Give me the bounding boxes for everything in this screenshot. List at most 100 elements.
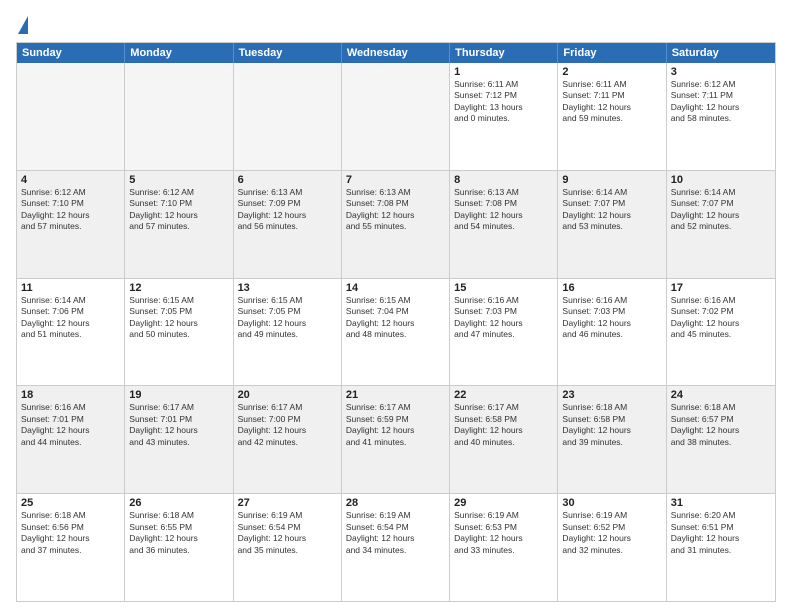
calendar-header-wednesday: Wednesday: [342, 43, 450, 63]
calendar-day-30: 30Sunrise: 6:19 AM Sunset: 6:52 PM Dayli…: [558, 494, 666, 601]
calendar-day-14: 14Sunrise: 6:15 AM Sunset: 7:04 PM Dayli…: [342, 279, 450, 386]
day-number: 13: [238, 282, 337, 294]
logo-triangle-icon: [18, 16, 28, 34]
day-number: 8: [454, 174, 553, 186]
calendar-day-28: 28Sunrise: 6:19 AM Sunset: 6:54 PM Dayli…: [342, 494, 450, 601]
calendar-day-26: 26Sunrise: 6:18 AM Sunset: 6:55 PM Dayli…: [125, 494, 233, 601]
day-info: Sunrise: 6:15 AM Sunset: 7:04 PM Dayligh…: [346, 295, 445, 341]
calendar-day-17: 17Sunrise: 6:16 AM Sunset: 7:02 PM Dayli…: [667, 279, 775, 386]
day-info: Sunrise: 6:11 AM Sunset: 7:12 PM Dayligh…: [454, 79, 553, 125]
calendar-header-saturday: Saturday: [667, 43, 775, 63]
day-number: 31: [671, 497, 771, 509]
day-info: Sunrise: 6:13 AM Sunset: 7:08 PM Dayligh…: [346, 187, 445, 233]
calendar-day-3: 3Sunrise: 6:12 AM Sunset: 7:11 PM Daylig…: [667, 63, 775, 170]
day-number: 22: [454, 389, 553, 401]
day-number: 2: [562, 66, 661, 78]
day-number: 5: [129, 174, 228, 186]
day-info: Sunrise: 6:11 AM Sunset: 7:11 PM Dayligh…: [562, 79, 661, 125]
calendar-header-monday: Monday: [125, 43, 233, 63]
calendar-day-19: 19Sunrise: 6:17 AM Sunset: 7:01 PM Dayli…: [125, 386, 233, 493]
calendar-day-11: 11Sunrise: 6:14 AM Sunset: 7:06 PM Dayli…: [17, 279, 125, 386]
calendar-day-4: 4Sunrise: 6:12 AM Sunset: 7:10 PM Daylig…: [17, 171, 125, 278]
day-number: 24: [671, 389, 771, 401]
day-info: Sunrise: 6:14 AM Sunset: 7:07 PM Dayligh…: [562, 187, 661, 233]
calendar-day-18: 18Sunrise: 6:16 AM Sunset: 7:01 PM Dayli…: [17, 386, 125, 493]
calendar-week-0: 1Sunrise: 6:11 AM Sunset: 7:12 PM Daylig…: [17, 63, 775, 170]
day-number: 25: [21, 497, 120, 509]
day-number: 27: [238, 497, 337, 509]
day-number: 21: [346, 389, 445, 401]
calendar-day-12: 12Sunrise: 6:15 AM Sunset: 7:05 PM Dayli…: [125, 279, 233, 386]
day-number: 12: [129, 282, 228, 294]
calendar-day-25: 25Sunrise: 6:18 AM Sunset: 6:56 PM Dayli…: [17, 494, 125, 601]
calendar-day-27: 27Sunrise: 6:19 AM Sunset: 6:54 PM Dayli…: [234, 494, 342, 601]
calendar-day-20: 20Sunrise: 6:17 AM Sunset: 7:00 PM Dayli…: [234, 386, 342, 493]
logo: [16, 16, 28, 34]
calendar-day-15: 15Sunrise: 6:16 AM Sunset: 7:03 PM Dayli…: [450, 279, 558, 386]
day-info: Sunrise: 6:14 AM Sunset: 7:07 PM Dayligh…: [671, 187, 771, 233]
calendar-day-1: 1Sunrise: 6:11 AM Sunset: 7:12 PM Daylig…: [450, 63, 558, 170]
day-info: Sunrise: 6:12 AM Sunset: 7:10 PM Dayligh…: [129, 187, 228, 233]
calendar-day-2: 2Sunrise: 6:11 AM Sunset: 7:11 PM Daylig…: [558, 63, 666, 170]
day-number: 9: [562, 174, 661, 186]
day-info: Sunrise: 6:16 AM Sunset: 7:03 PM Dayligh…: [562, 295, 661, 341]
day-info: Sunrise: 6:17 AM Sunset: 6:59 PM Dayligh…: [346, 402, 445, 448]
day-info: Sunrise: 6:18 AM Sunset: 6:58 PM Dayligh…: [562, 402, 661, 448]
day-number: 28: [346, 497, 445, 509]
day-number: 14: [346, 282, 445, 294]
calendar-day-29: 29Sunrise: 6:19 AM Sunset: 6:53 PM Dayli…: [450, 494, 558, 601]
day-number: 30: [562, 497, 661, 509]
day-info: Sunrise: 6:18 AM Sunset: 6:56 PM Dayligh…: [21, 510, 120, 556]
day-number: 11: [21, 282, 120, 294]
calendar-week-4: 25Sunrise: 6:18 AM Sunset: 6:56 PM Dayli…: [17, 493, 775, 601]
calendar-day-31: 31Sunrise: 6:20 AM Sunset: 6:51 PM Dayli…: [667, 494, 775, 601]
calendar-day-22: 22Sunrise: 6:17 AM Sunset: 6:58 PM Dayli…: [450, 386, 558, 493]
day-info: Sunrise: 6:14 AM Sunset: 7:06 PM Dayligh…: [21, 295, 120, 341]
day-info: Sunrise: 6:20 AM Sunset: 6:51 PM Dayligh…: [671, 510, 771, 556]
day-info: Sunrise: 6:12 AM Sunset: 7:10 PM Dayligh…: [21, 187, 120, 233]
calendar-empty-cell: [234, 63, 342, 170]
calendar: SundayMondayTuesdayWednesdayThursdayFrid…: [16, 42, 776, 602]
calendar-header-tuesday: Tuesday: [234, 43, 342, 63]
calendar-week-3: 18Sunrise: 6:16 AM Sunset: 7:01 PM Dayli…: [17, 385, 775, 493]
day-number: 18: [21, 389, 120, 401]
calendar-day-9: 9Sunrise: 6:14 AM Sunset: 7:07 PM Daylig…: [558, 171, 666, 278]
calendar-week-2: 11Sunrise: 6:14 AM Sunset: 7:06 PM Dayli…: [17, 278, 775, 386]
day-number: 1: [454, 66, 553, 78]
calendar-day-16: 16Sunrise: 6:16 AM Sunset: 7:03 PM Dayli…: [558, 279, 666, 386]
day-info: Sunrise: 6:16 AM Sunset: 7:02 PM Dayligh…: [671, 295, 771, 341]
calendar-day-13: 13Sunrise: 6:15 AM Sunset: 7:05 PM Dayli…: [234, 279, 342, 386]
day-info: Sunrise: 6:13 AM Sunset: 7:09 PM Dayligh…: [238, 187, 337, 233]
day-info: Sunrise: 6:19 AM Sunset: 6:52 PM Dayligh…: [562, 510, 661, 556]
day-number: 29: [454, 497, 553, 509]
day-number: 17: [671, 282, 771, 294]
day-number: 16: [562, 282, 661, 294]
calendar-day-10: 10Sunrise: 6:14 AM Sunset: 7:07 PM Dayli…: [667, 171, 775, 278]
day-info: Sunrise: 6:12 AM Sunset: 7:11 PM Dayligh…: [671, 79, 771, 125]
calendar-header-thursday: Thursday: [450, 43, 558, 63]
calendar-day-5: 5Sunrise: 6:12 AM Sunset: 7:10 PM Daylig…: [125, 171, 233, 278]
day-info: Sunrise: 6:17 AM Sunset: 7:00 PM Dayligh…: [238, 402, 337, 448]
calendar-header-friday: Friday: [558, 43, 666, 63]
calendar-day-24: 24Sunrise: 6:18 AM Sunset: 6:57 PM Dayli…: [667, 386, 775, 493]
day-number: 4: [21, 174, 120, 186]
day-info: Sunrise: 6:15 AM Sunset: 7:05 PM Dayligh…: [238, 295, 337, 341]
day-info: Sunrise: 6:19 AM Sunset: 6:53 PM Dayligh…: [454, 510, 553, 556]
day-number: 19: [129, 389, 228, 401]
calendar-header: SundayMondayTuesdayWednesdayThursdayFrid…: [17, 43, 775, 63]
day-info: Sunrise: 6:19 AM Sunset: 6:54 PM Dayligh…: [238, 510, 337, 556]
day-number: 6: [238, 174, 337, 186]
calendar-week-1: 4Sunrise: 6:12 AM Sunset: 7:10 PM Daylig…: [17, 170, 775, 278]
day-info: Sunrise: 6:18 AM Sunset: 6:57 PM Dayligh…: [671, 402, 771, 448]
calendar-day-7: 7Sunrise: 6:13 AM Sunset: 7:08 PM Daylig…: [342, 171, 450, 278]
calendar-day-21: 21Sunrise: 6:17 AM Sunset: 6:59 PM Dayli…: [342, 386, 450, 493]
calendar-empty-cell: [17, 63, 125, 170]
day-info: Sunrise: 6:17 AM Sunset: 7:01 PM Dayligh…: [129, 402, 228, 448]
calendar-day-8: 8Sunrise: 6:13 AM Sunset: 7:08 PM Daylig…: [450, 171, 558, 278]
calendar-empty-cell: [125, 63, 233, 170]
day-info: Sunrise: 6:18 AM Sunset: 6:55 PM Dayligh…: [129, 510, 228, 556]
calendar-header-sunday: Sunday: [17, 43, 125, 63]
calendar-empty-cell: [342, 63, 450, 170]
day-number: 3: [671, 66, 771, 78]
calendar-day-23: 23Sunrise: 6:18 AM Sunset: 6:58 PM Dayli…: [558, 386, 666, 493]
